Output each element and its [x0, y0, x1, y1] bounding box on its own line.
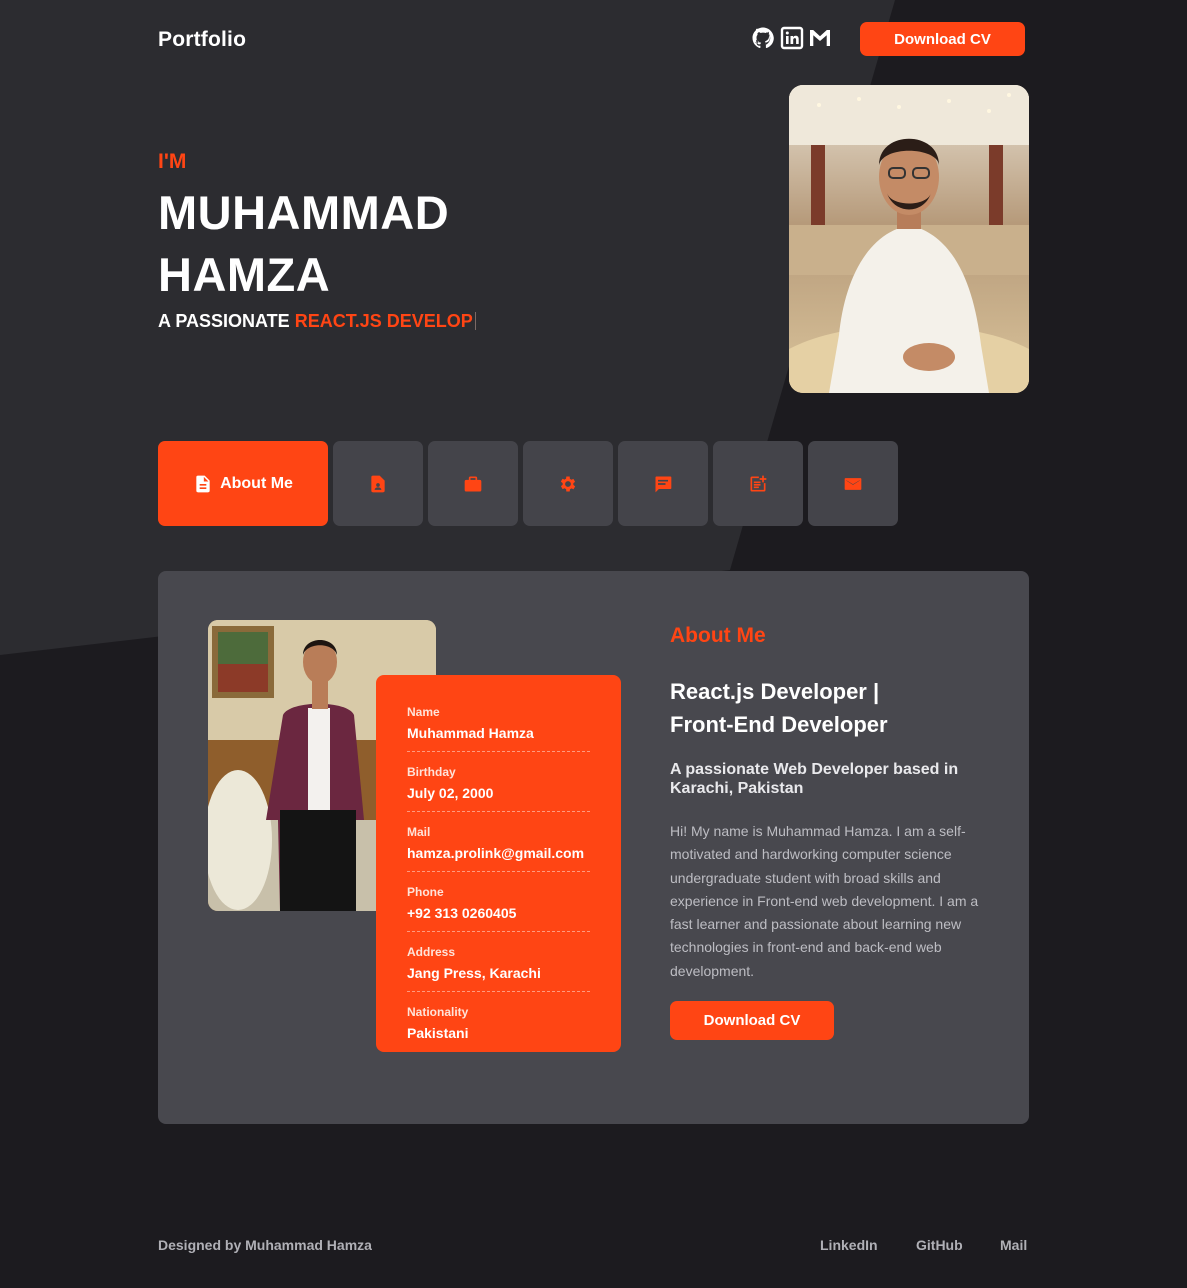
nav-download-cv-button[interactable]: Download CV: [860, 22, 1025, 56]
document-icon: [196, 475, 210, 492]
phone-link[interactable]: +92 313 0260405: [407, 905, 590, 921]
hero-profile-photo: [789, 85, 1029, 393]
mail-icon: [844, 477, 862, 490]
github-icon[interactable]: [751, 26, 775, 50]
footer-link-linkedin[interactable]: LinkedIn: [820, 1237, 878, 1253]
social-links: [751, 26, 775, 50]
briefcase-icon: [464, 476, 482, 491]
info-nationality: Nationality Pakistani: [407, 1005, 469, 1041]
about-download-cv-button[interactable]: Download CV: [670, 1001, 834, 1040]
personal-info-card: Name Muhammad Hamza Birthday July 02, 20…: [376, 675, 621, 1052]
tab-resume[interactable]: [333, 441, 423, 526]
about-role-line2: Front-End Developer: [670, 712, 888, 737]
tab-blog[interactable]: [713, 441, 803, 526]
gear-icon: [560, 476, 576, 491]
post-add-icon: [750, 475, 767, 491]
about-role-line1: React.js Developer |: [670, 679, 880, 704]
resume-icon: [371, 475, 385, 492]
info-name: Name Muhammad Hamza: [407, 705, 590, 752]
about-role: React.js Developer | Front-End Developer: [670, 675, 970, 741]
info-mail: Mail hamza.prolink@gmail.com: [407, 825, 590, 872]
section-tabs: About Me: [158, 441, 898, 526]
footer-link-github[interactable]: GitHub: [916, 1237, 963, 1253]
hero-name: MUHAMMAD HAMZA: [158, 182, 449, 306]
social-linkedin: [780, 26, 804, 50]
info-phone: Phone +92 313 0260405: [407, 885, 590, 932]
hero-subtitle: A PASSIONATE REACT.JS DEVELOP: [158, 311, 476, 332]
footer-credit: Designed by Muhammad Hamza: [158, 1237, 372, 1253]
chat-icon: [655, 476, 672, 492]
tab-testimonials[interactable]: [618, 441, 708, 526]
about-tagline: A passionate Web Developer based in Kara…: [670, 761, 959, 797]
hero-subtitle-prefix: A PASSIONATE: [158, 311, 290, 331]
hero-name-line2: HAMZA: [158, 248, 331, 301]
about-section-title: About Me: [670, 624, 766, 647]
typing-cursor: [474, 312, 476, 330]
social-gmail: [808, 26, 832, 50]
tab-about-me[interactable]: About Me: [158, 441, 328, 526]
gmail-icon[interactable]: [808, 26, 832, 50]
about-bio: Hi! My name is Muhammad Hamza. I am a se…: [670, 823, 979, 979]
info-birthday: Birthday July 02, 2000: [407, 765, 590, 812]
hero-subtitle-typed: REACT.JS DEVELOP: [294, 311, 473, 331]
tab-skills[interactable]: [523, 441, 613, 526]
brand-logo[interactable]: Portfolio: [158, 28, 246, 52]
linkedin-icon[interactable]: [780, 26, 804, 50]
footer-link-mail[interactable]: Mail: [1000, 1237, 1027, 1253]
info-address: Address Jang Press, Karachi: [407, 945, 590, 992]
tab-about-me-label: About Me: [220, 474, 293, 492]
hero-name-line1: MUHAMMAD: [158, 186, 450, 239]
tab-portfolio[interactable]: [428, 441, 518, 526]
tab-contact[interactable]: [808, 441, 898, 526]
email-link[interactable]: hamza.prolink@gmail.com: [407, 845, 590, 861]
hero-intro: I'M: [158, 150, 187, 173]
